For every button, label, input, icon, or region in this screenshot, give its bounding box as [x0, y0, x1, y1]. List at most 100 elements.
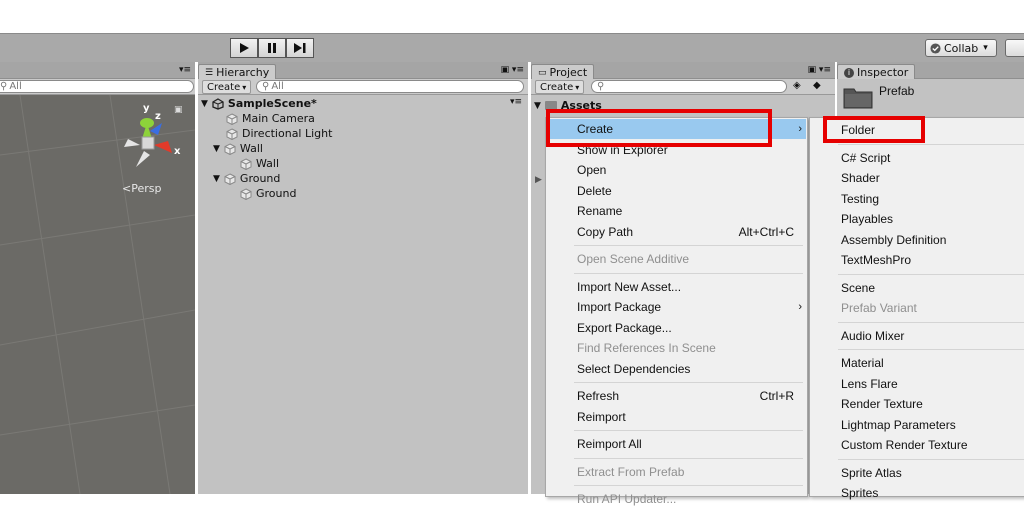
- play-button[interactable]: [230, 38, 258, 58]
- create-submenu-item-lightmap-parameters[interactable]: Lightmap Parameters: [811, 415, 1024, 435]
- expand-arrow-icon[interactable]: ▼: [213, 144, 220, 154]
- create-submenu-item-audio-mixer[interactable]: Audio Mixer: [811, 326, 1024, 346]
- menu-item-label: Run API Updater...: [577, 492, 677, 506]
- create-submenu-item-assembly-definition[interactable]: Assembly Definition: [811, 230, 1024, 250]
- tab-project[interactable]: ▭ Project: [531, 64, 595, 80]
- context-menu-item-extract-from-prefab: Extract From Prefab: [547, 462, 806, 482]
- hierarchy-create-button[interactable]: Create ▾: [202, 80, 252, 94]
- context-menu-item-delete[interactable]: Delete: [547, 181, 806, 201]
- axis-y-label: y: [143, 103, 150, 114]
- pause-button[interactable]: [258, 38, 286, 58]
- scene-search-input[interactable]: ⚲ All: [0, 80, 194, 93]
- create-submenu-item-sprites[interactable]: Sprites›: [811, 483, 1024, 503]
- menu-item-label: Open: [577, 163, 607, 177]
- menu-item-label: Export Package...: [577, 320, 672, 335]
- menu-item-label: Delete: [577, 183, 612, 198]
- create-submenu-item-sprite-atlas[interactable]: Sprite Atlas: [811, 463, 1024, 483]
- cloud-button[interactable]: [1005, 39, 1024, 57]
- context-menu-item-open[interactable]: Open: [547, 160, 806, 180]
- project-search-input[interactable]: ⚲: [591, 80, 787, 93]
- search-icon: ⚲: [0, 81, 8, 92]
- hierarchy-item-scene[interactable]: ▼ SampleScene*: [201, 96, 317, 111]
- context-menu-item-import-package[interactable]: Import Package ›: [547, 297, 806, 317]
- panel-menu-icon[interactable]: ▣ ▾≡: [808, 65, 831, 75]
- create-submenu-item-scene[interactable]: Scene: [811, 278, 1024, 298]
- lock-icon[interactable]: ▣: [174, 105, 183, 115]
- hierarchy-item-ground-child[interactable]: Ground: [240, 186, 296, 201]
- context-menu-item-reimport-all[interactable]: Reimport All: [547, 434, 806, 454]
- menu-separator: [574, 245, 803, 246]
- menu-item-label: Lens Flare: [841, 376, 898, 391]
- context-menu-item-copy-path[interactable]: Copy Path Alt+Ctrl+C: [547, 222, 806, 242]
- create-submenu-item-c-script[interactable]: C# Script: [811, 148, 1024, 168]
- scene-toolbar: ⚲ All: [0, 79, 195, 95]
- chevron-down-icon: ▾: [983, 43, 988, 53]
- persp-label[interactable]: <Persp: [122, 182, 161, 195]
- scene-gizmo-icon[interactable]: [110, 103, 190, 183]
- filter-label-icon[interactable]: ◆: [813, 80, 821, 91]
- create-submenu-item-material[interactable]: Material: [811, 353, 1024, 373]
- hierarchy-item-label: Main Camera: [242, 112, 315, 125]
- context-menu-item-rename[interactable]: Rename: [547, 201, 806, 221]
- hierarchy-item-directional-light[interactable]: Directional Light: [226, 126, 332, 141]
- menu-item-label: Import Package: [577, 300, 662, 314]
- expand-arrow-icon[interactable]: ▼: [213, 174, 220, 184]
- gameobject-cube-icon: [226, 112, 238, 125]
- hierarchy-item-label: Directional Light: [242, 127, 333, 140]
- context-menu-item-open-scene-additive: Open Scene Additive: [547, 249, 806, 269]
- hierarchy-item-label: Ground: [256, 187, 297, 200]
- collab-button[interactable]: Collab ▾: [925, 39, 997, 57]
- hierarchy-item-wall[interactable]: ▼ Wall: [213, 141, 263, 156]
- axis-z-label: z: [155, 111, 161, 122]
- context-menu-item-find-references-in-scene: Find References In Scene: [547, 338, 806, 358]
- expand-arrow-icon[interactable]: ▶: [535, 175, 542, 185]
- create-submenu-item-lens-flare[interactable]: Lens Flare: [811, 374, 1024, 394]
- pause-icon: [268, 43, 276, 53]
- hierarchy-item-label: SampleScene*: [227, 97, 317, 110]
- panel-menu-icon[interactable]: ▾≡: [179, 65, 191, 75]
- hierarchy-item-ground[interactable]: ▼ Ground: [213, 171, 280, 186]
- menu-item-label: Select Dependencies: [577, 361, 691, 376]
- context-menu-item-select-dependencies[interactable]: Select Dependencies: [547, 359, 806, 379]
- menu-item-label: Rename: [577, 204, 623, 218]
- menu-item-label: Prefab Variant: [841, 301, 917, 315]
- project-create-button[interactable]: Create ▾: [535, 80, 585, 94]
- hierarchy-item-main-camera[interactable]: Main Camera: [226, 111, 315, 126]
- menu-item-label: Custom Render Texture: [841, 438, 968, 452]
- hierarchy-item-wall-child[interactable]: Wall: [240, 156, 279, 171]
- context-menu-item-refresh[interactable]: Refresh Ctrl+R: [547, 386, 806, 406]
- create-submenu-item-custom-render-texture[interactable]: Custom Render Texture: [811, 435, 1024, 455]
- tab-hierarchy[interactable]: ☰ Hierarchy: [198, 64, 277, 80]
- context-menu-item-export-package[interactable]: Export Package...: [547, 318, 806, 338]
- create-submenu-item-shader[interactable]: Shader›: [811, 168, 1024, 188]
- menu-separator: [838, 458, 1024, 460]
- menu-item-label: Audio Mixer: [841, 328, 905, 343]
- panel-menu-icon[interactable]: ▾≡: [510, 97, 522, 107]
- create-submenu-item-playables[interactable]: Playables›: [811, 209, 1024, 229]
- check-circle-icon: [930, 42, 941, 54]
- create-submenu-item-testing[interactable]: Testing›: [811, 189, 1024, 209]
- context-menu-item-import-new-asset[interactable]: Import New Asset...: [547, 277, 806, 297]
- hierarchy-search-input[interactable]: ⚲ All: [256, 80, 524, 93]
- filter-type-icon[interactable]: ◈: [793, 80, 801, 91]
- play-icon: [240, 43, 249, 53]
- main-toolbar: Collab ▾: [0, 33, 1024, 62]
- scene-view[interactable]: y z x ▣ <Persp: [0, 95, 195, 494]
- hierarchy-create-label: Create: [207, 81, 241, 93]
- expand-arrow-icon[interactable]: ▼: [201, 99, 208, 109]
- menu-item-label: Assembly Definition: [841, 232, 947, 247]
- inspector-tab-label: Inspector: [857, 66, 909, 79]
- hierarchy-item-label: Wall: [256, 157, 280, 170]
- hierarchy-item-label: Ground: [239, 172, 281, 185]
- menu-separator: [838, 273, 1024, 275]
- hierarchy-panel: ▼ SampleScene* ▾≡ Main Camera Directiona…: [198, 95, 528, 494]
- create-submenu-item-textmeshpro[interactable]: TextMeshPro›: [811, 250, 1024, 270]
- menu-item-label: Sprites: [841, 486, 879, 500]
- context-menu-item-reimport[interactable]: Reimport: [547, 407, 806, 427]
- step-button[interactable]: [286, 38, 314, 58]
- menu-item-label: Testing: [841, 191, 880, 206]
- menu-item-label: Find References In Scene: [577, 341, 716, 355]
- create-submenu-item-render-texture[interactable]: Render Texture: [811, 394, 1024, 414]
- tab-inspector[interactable]: i Inspector: [837, 64, 916, 80]
- panel-menu-icon[interactable]: ▣ ▾≡: [501, 65, 524, 75]
